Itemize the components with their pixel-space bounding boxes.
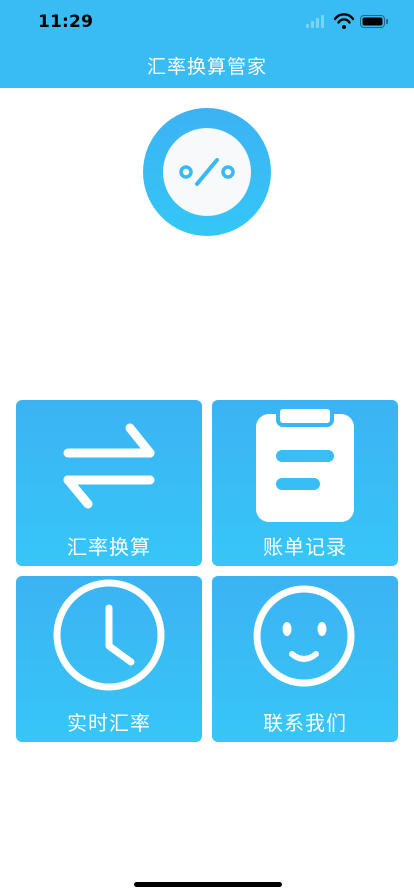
tile-label: 账单记录 xyxy=(263,535,347,559)
nav-bar: 汇率换算管家 xyxy=(0,44,414,88)
app-logo xyxy=(143,108,271,236)
wifi-icon xyxy=(333,13,355,29)
nav-title: 汇率换算管家 xyxy=(146,56,267,78)
tile-bill-records[interactable]: 账单记录 xyxy=(212,400,398,566)
home-indicator[interactable] xyxy=(134,882,282,887)
app-screen: 11:29 汇率换算管家 汇率换算 账单记录 实时汇率 联系我们 xyxy=(0,0,414,896)
signal-icon xyxy=(306,15,324,28)
status-time: 11:29 xyxy=(38,12,94,32)
status-bar: 11:29 xyxy=(0,0,414,44)
tile-label: 实时汇率 xyxy=(67,711,151,735)
battery-icon xyxy=(360,15,388,28)
tile-contact-us[interactable]: 联系我们 xyxy=(212,576,398,742)
tile-label: 联系我们 xyxy=(263,711,347,735)
tile-exchange-convert[interactable]: 汇率换算 xyxy=(16,400,202,566)
status-icons xyxy=(306,13,388,29)
tile-realtime-rates[interactable]: 实时汇率 xyxy=(16,576,202,742)
tile-label: 汇率换算 xyxy=(67,535,151,559)
